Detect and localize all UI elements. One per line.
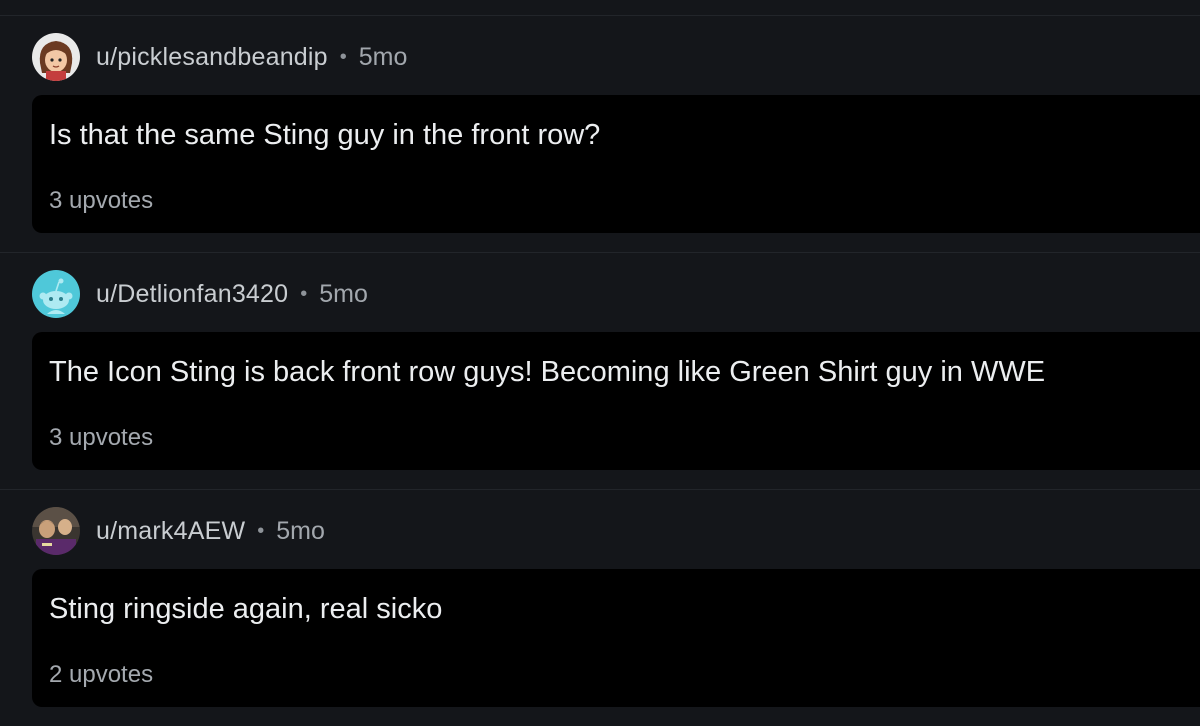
avatar[interactable]: [32, 507, 80, 555]
upvote-count: 3 upvotes: [49, 187, 154, 214]
photo-icon: [32, 507, 80, 555]
comment-age: 5mo: [276, 516, 325, 545]
comment-header: u/mark4AEW • 5mo: [32, 507, 325, 555]
avatar[interactable]: [32, 270, 80, 318]
cartoon-person-icon: [32, 33, 80, 81]
snoo-icon: [32, 270, 80, 318]
username[interactable]: u/picklesandbeandip: [96, 43, 328, 72]
divider: [0, 252, 1200, 253]
comment-2: u/Detlionfan3420 • 5mo The Icon Sting is…: [0, 252, 1200, 489]
comment-age: 5mo: [319, 279, 368, 308]
comment-bubble[interactable]: The Icon Sting is back front row guys! B…: [32, 332, 1200, 470]
comment-text: Is that the same Sting guy in the front …: [49, 119, 601, 151]
comment-text: Sting ringside again, real sicko: [49, 593, 443, 625]
comment-age: 5mo: [358, 42, 408, 71]
comment-text: The Icon Sting is back front row guys! B…: [49, 356, 1046, 388]
comment-header: u/Detlionfan3420 • 5mo: [32, 270, 368, 318]
separator-dot: •: [300, 282, 308, 305]
upvote-count: 2 upvotes: [49, 661, 154, 688]
upvote-count: 3 upvotes: [49, 424, 154, 451]
separator-dot: •: [339, 45, 347, 68]
comment-1: u/picklesandbeandip • 5mo Is that the sa…: [0, 15, 1200, 252]
comment-3: u/mark4AEW • 5mo Sting ringside again, r…: [0, 489, 1200, 726]
avatar[interactable]: [32, 33, 80, 81]
divider: [0, 489, 1200, 490]
separator-dot: •: [257, 519, 265, 542]
comment-bubble[interactable]: Sting ringside again, real sicko 2 upvot…: [32, 569, 1200, 707]
comment-bubble[interactable]: Is that the same Sting guy in the front …: [32, 95, 1200, 233]
comment-header: u/picklesandbeandip • 5mo: [32, 33, 407, 81]
username[interactable]: u/Detlionfan3420: [96, 280, 288, 309]
username[interactable]: u/mark4AEW: [96, 517, 245, 546]
